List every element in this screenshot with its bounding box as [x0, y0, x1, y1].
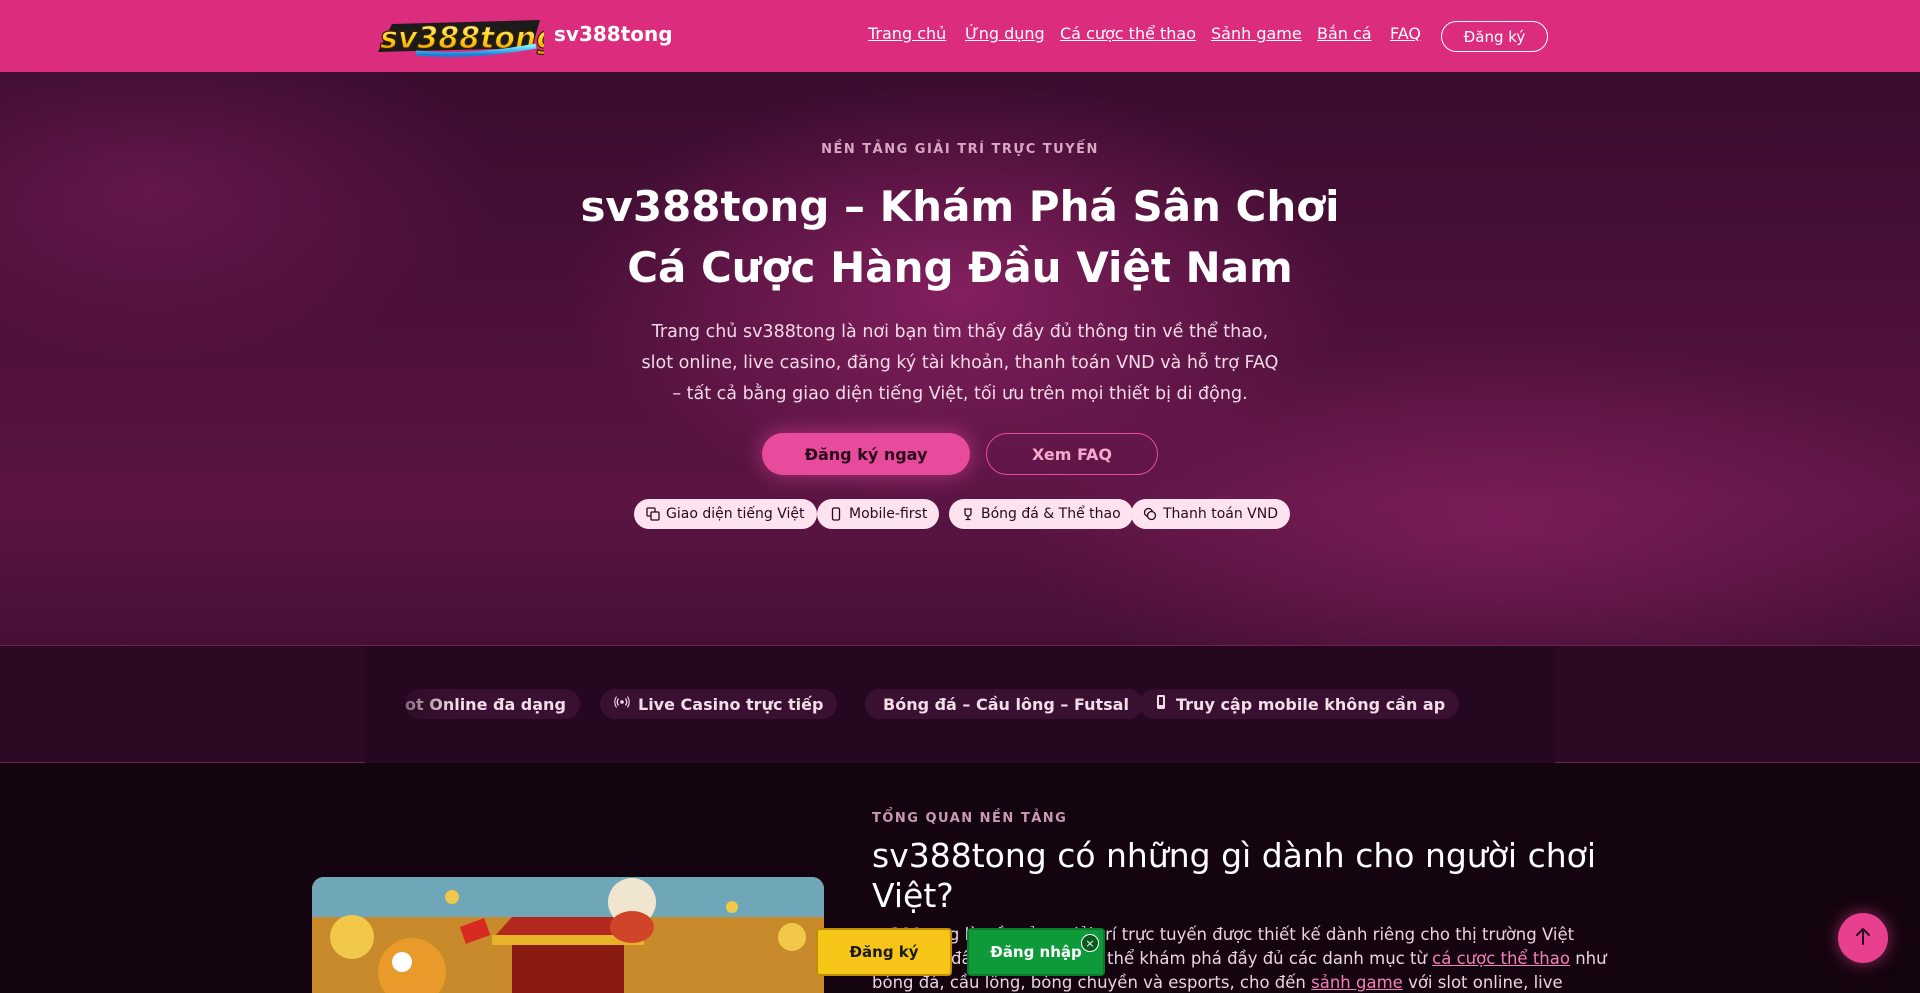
site-logo[interactable]: sv388tong [372, 12, 558, 60]
broadcast-icon [614, 694, 630, 714]
chip-football-sports: Bóng đá & Thể thao [949, 499, 1133, 529]
overview-title: sv388tong có những gì dành cho người chơ… [872, 836, 1596, 915]
hero-description: Trang chủ sv388tong là nơi bạn tìm thấy … [641, 322, 1279, 404]
ticker-fade-left [365, 646, 455, 764]
nav-app[interactable]: Ứng dụng [965, 24, 1045, 43]
trophy-icon [961, 507, 975, 521]
ticker-label: Bóng đá – Cầu lông – Futsal [883, 694, 1129, 714]
nav-game-lobby[interactable]: Sảnh game [1211, 24, 1302, 43]
site-header: sv388tong sv388tong Trang chủ Ứng dụng C… [0, 0, 1920, 72]
link-game-lobby[interactable]: sảnh game [1311, 973, 1403, 992]
ticker-fade-right [1465, 646, 1555, 764]
link-sports-betting[interactable]: cá cược thể thao [1432, 949, 1570, 968]
nav-fishing[interactable]: Bắn cá [1317, 24, 1372, 43]
chip-label: Giao diện tiếng Việt [666, 506, 805, 522]
nav-home[interactable]: Trang chủ [868, 24, 946, 43]
back-to-top-button[interactable] [1838, 913, 1888, 963]
translate-icon [646, 507, 660, 521]
view-faq-button[interactable]: Xem FAQ [986, 433, 1158, 475]
hero-title-line-1: sv388tong – Khám Phá Sân Chơi [580, 182, 1340, 231]
overview-eyebrow: TỔNG QUAN NỀN TẢNG [872, 811, 1068, 826]
feature-ticker: ot Online đa dạng Live Casino trực tiếp … [0, 645, 1920, 764]
chip-vietnamese-ui: Giao diện tiếng Việt [634, 499, 817, 529]
ticker-item-live-casino: Live Casino trực tiếp [600, 689, 838, 719]
ticker-item-sports: Bóng đá – Cầu lông – Futsal [865, 689, 1143, 719]
chip-label: Mobile-first [849, 506, 928, 522]
ticker-item-mobile: Truy cập mobile không cần ap [1140, 689, 1460, 719]
header-register-button[interactable]: Đăng ký [1441, 21, 1548, 52]
ticker-label: Truy cập mobile không cần ap [1176, 694, 1446, 714]
arrow-up-icon [1854, 926, 1872, 950]
ticker-track: ot Online đa dạng Live Casino trực tiếp … [365, 646, 1555, 764]
chip-mobile-first: Mobile-first [817, 499, 940, 529]
hero-eyebrow: NỀN TẢNG GIẢI TRÍ TRỰC TUYẾN [821, 142, 1099, 157]
mobile-icon [829, 507, 843, 521]
chip-label: Bóng đá & Thể thao [981, 506, 1121, 522]
register-now-button[interactable]: Đăng ký ngay [762, 433, 970, 475]
overview-image [312, 877, 824, 993]
nav-faq[interactable]: FAQ [1390, 24, 1421, 43]
coins-icon [1143, 507, 1157, 521]
chip-label: Thanh toán VND [1163, 506, 1278, 522]
floating-register-button[interactable]: Đăng ký [816, 928, 952, 976]
hero-title: sv388tong – Khám Phá Sân Chơi Cá Cược Hà… [560, 176, 1360, 298]
mobile-icon [1154, 694, 1168, 714]
nav-sports-betting[interactable]: Cá cược thể thao [1060, 24, 1196, 43]
close-icon[interactable]: × [1081, 934, 1099, 952]
brand-name: sv388tong [554, 22, 673, 46]
ticker-label: Live Casino trực tiếp [638, 694, 824, 714]
hero-title-line-2: Cá Cược Hàng Đầu Việt Nam [627, 243, 1293, 292]
chip-vnd-payment: Thanh toán VND [1131, 499, 1290, 529]
